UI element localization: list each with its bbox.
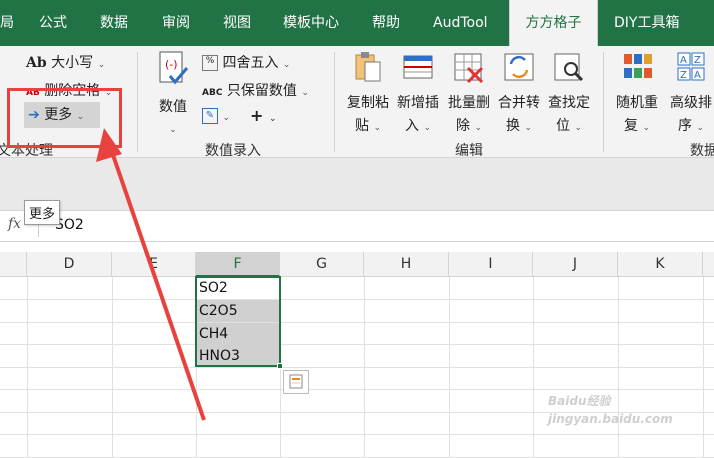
annotation-arrow: [96, 128, 206, 421]
watermark: Baidu经验 jingyan.baidu.com: [548, 392, 698, 429]
watermark-text: Baidu经验 jingyan.baidu.com: [548, 394, 673, 426]
